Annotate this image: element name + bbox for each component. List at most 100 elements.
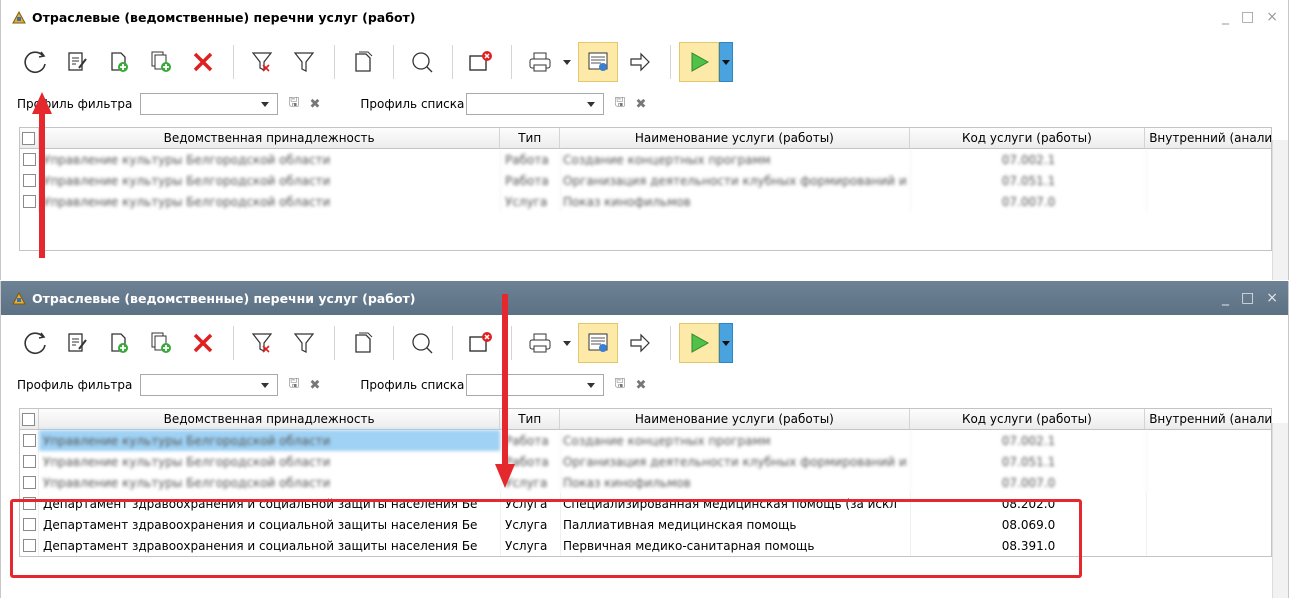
filter-clear-icon (251, 52, 273, 72)
window-title: Отраслевые (ведомственные) перечни услуг… (32, 290, 416, 306)
row-checkbox[interactable] (22, 455, 36, 468)
refresh-button[interactable] (15, 323, 55, 363)
row-checkbox[interactable] (22, 434, 36, 447)
save-icon[interactable]: 🖫 (614, 374, 625, 396)
save-icon[interactable]: 🖫 (288, 374, 299, 396)
list-view-icon (588, 52, 608, 71)
arrow-down-annotation (495, 294, 515, 488)
refresh-button[interactable] (15, 42, 55, 82)
document-button[interactable] (343, 323, 383, 363)
clear-icon[interactable]: ✖ (309, 97, 320, 112)
column-header-code[interactable]: Код услуги (работы) (910, 409, 1146, 429)
filter-bar: Профиль фильтра 🖫 ✖ Профиль списка 🖫 ✖ (1, 90, 1288, 118)
minimize-button[interactable]: _ (1222, 290, 1229, 306)
clear-icon[interactable]: ✖ (635, 378, 646, 393)
column-header-name[interactable]: Наименование услуги (работы) (560, 128, 910, 148)
add-button[interactable] (99, 323, 139, 363)
view-settings-button[interactable] (578, 42, 618, 82)
print-button[interactable] (520, 323, 560, 363)
delete-button[interactable] (183, 42, 223, 82)
copy-add-button[interactable] (141, 42, 181, 82)
filter-profile-select[interactable] (140, 93, 279, 115)
save-icon[interactable]: 🖫 (288, 93, 299, 115)
table-row[interactable]: Управление культуры Белгородской области… (20, 451, 1271, 472)
maximize-button[interactable]: □ (1241, 290, 1254, 306)
window-titlebar[interactable]: Отраслевые (ведомственные) перечни услуг… (1, 281, 1288, 315)
view-settings-button[interactable] (578, 323, 618, 363)
run-dropdown[interactable] (719, 323, 733, 363)
cell-dept: Управление культуры Белгородской области (39, 430, 501, 451)
list-profile-select[interactable] (466, 93, 605, 115)
add-button[interactable] (99, 42, 139, 82)
close-window-button[interactable] (461, 42, 501, 82)
printer-icon (529, 333, 551, 353)
toolbar-separator (334, 45, 335, 79)
window-titlebar[interactable]: Отраслевые (ведомственные) перечни услуг… (1, 0, 1288, 34)
print-button[interactable] (520, 42, 560, 82)
chevron-down-icon (261, 101, 270, 107)
table-row[interactable]: Управление культуры Белгородской области… (20, 191, 1271, 212)
print-dropdown[interactable] (560, 323, 574, 363)
document-icon (355, 332, 373, 353)
copy-add-button[interactable] (141, 323, 181, 363)
vertical-scrollbar[interactable] (1272, 423, 1288, 598)
search-icon (412, 333, 433, 354)
cell-type: Услуга (501, 191, 561, 212)
column-header-type[interactable]: Тип (500, 128, 561, 148)
table-row[interactable]: Управление культуры Белгородской области… (20, 149, 1271, 170)
minimize-button[interactable]: _ (1222, 9, 1229, 25)
run-dropdown[interactable] (719, 42, 733, 82)
window-title: Отраслевые (ведомственные) перечни услуг… (32, 9, 416, 25)
delete-button[interactable] (183, 323, 223, 363)
column-header-dept[interactable]: Ведомственная принадлежность (39, 128, 501, 148)
chevron-down-icon (587, 382, 596, 388)
print-dropdown[interactable] (560, 42, 574, 82)
table-row[interactable]: Управление культуры Белгородской области… (20, 170, 1271, 191)
clear-icon[interactable]: ✖ (309, 378, 320, 393)
select-all-checkbox[interactable] (20, 409, 39, 429)
column-header-internal[interactable]: Внутренний (аналитичес▲ (1145, 409, 1271, 429)
run-button[interactable] (679, 42, 719, 82)
clear-filter-button[interactable] (242, 42, 282, 82)
document-button[interactable] (343, 42, 383, 82)
refresh-icon (24, 332, 46, 354)
maximize-button[interactable]: □ (1241, 9, 1254, 25)
save-icon[interactable]: 🖫 (614, 93, 625, 115)
run-button[interactable] (679, 323, 719, 363)
list-profile-select[interactable] (466, 374, 605, 396)
column-header-code[interactable]: Код услуги (работы) (910, 128, 1146, 148)
chevron-down-icon (261, 382, 270, 388)
edit-button[interactable] (57, 323, 97, 363)
edit-icon (68, 52, 87, 71)
column-header-dept[interactable]: Ведомственная принадлежность (39, 409, 501, 429)
filter-button[interactable] (284, 42, 324, 82)
filter-button[interactable] (284, 323, 324, 363)
edit-button[interactable] (57, 42, 97, 82)
search-button[interactable] (402, 42, 442, 82)
column-header-name[interactable]: Наименование услуги (работы) (560, 409, 910, 429)
navigate-button[interactable] (620, 42, 660, 82)
toolbar-separator (452, 45, 453, 79)
table-row[interactable]: Управление культуры Белгородской области… (20, 430, 1271, 451)
toolbar (1, 315, 1288, 371)
clear-icon[interactable]: ✖ (635, 97, 646, 112)
toolbar-separator (452, 326, 453, 360)
cell-name: Организация деятельности клубных формиро… (561, 451, 911, 472)
toolbar-separator (334, 326, 335, 360)
vertical-scrollbar[interactable] (1272, 140, 1288, 280)
filter-profile-select[interactable] (140, 374, 279, 396)
copy-add-icon (151, 51, 171, 72)
column-header-internal[interactable]: Внутренний (аналитичес▲ (1145, 128, 1271, 148)
table-row[interactable]: Управление культуры Белгородской области… (20, 472, 1271, 493)
search-button[interactable] (402, 323, 442, 363)
clear-filter-button[interactable] (242, 323, 282, 363)
row-checkbox[interactable] (22, 476, 36, 489)
cell-dept: Управление культуры Белгородской области (39, 472, 501, 493)
close-button[interactable]: × (1266, 290, 1278, 306)
navigate-button[interactable] (620, 323, 660, 363)
play-icon (691, 333, 710, 353)
toolbar-separator (233, 45, 234, 79)
toolbar-separator (393, 326, 394, 360)
grid-header: Ведомственная принадлежность Тип Наимено… (20, 128, 1271, 149)
close-button[interactable]: × (1266, 9, 1278, 25)
